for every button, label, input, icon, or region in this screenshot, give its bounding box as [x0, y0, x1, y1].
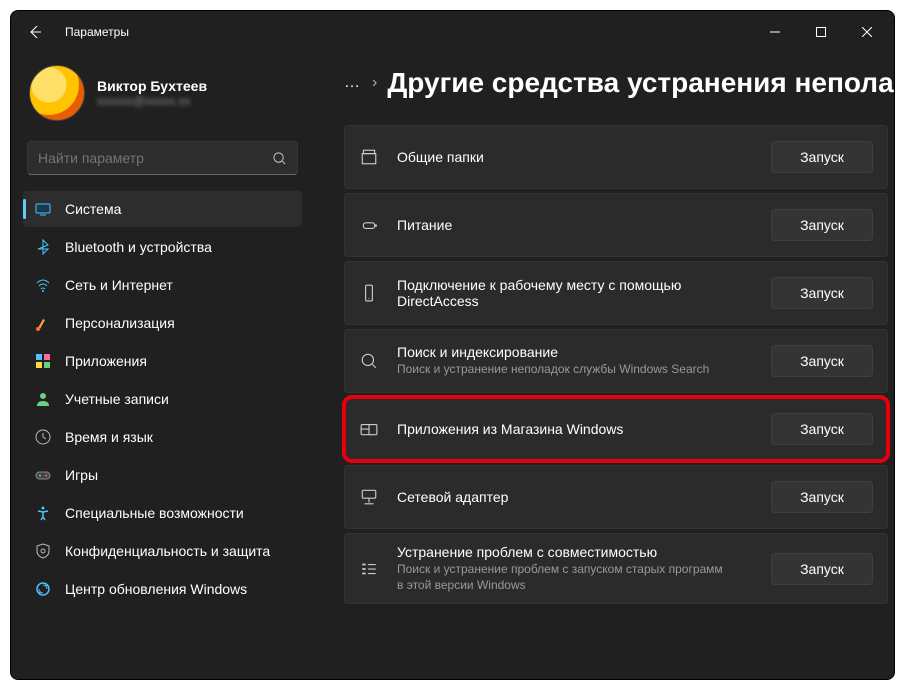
profile-block[interactable]: Виктор Бухтеев xxxxxx@xxxxx.xx	[23, 53, 302, 141]
sidebar-item-brush[interactable]: Персонализация	[23, 305, 302, 341]
network-icon	[359, 488, 379, 506]
arrow-left-icon	[27, 24, 43, 40]
item-title: Устранение проблем с совместимостью	[397, 544, 753, 560]
run-button[interactable]: Запуск	[771, 481, 873, 513]
wifi-icon	[35, 277, 51, 293]
sidebar-item-label: Центр обновления Windows	[65, 581, 247, 597]
profile-name: Виктор Бухтеев	[97, 78, 207, 94]
sidebar-item-update[interactable]: Центр обновления Windows	[23, 571, 302, 607]
maximize-button[interactable]	[798, 12, 844, 52]
sidebar-item-apps[interactable]: Приложения	[23, 343, 302, 379]
troubleshooter-list: Общие папки Запуск Питание Запуск Подклю…	[344, 125, 888, 604]
update-icon	[35, 581, 51, 597]
back-button[interactable]	[15, 12, 55, 52]
run-button[interactable]: Запуск	[771, 413, 873, 445]
compat-icon	[359, 560, 379, 578]
time-icon	[35, 429, 51, 445]
sidebar-item-time[interactable]: Время и язык	[23, 419, 302, 455]
window-title: Параметры	[65, 25, 129, 39]
troubleshooter-item[interactable]: Сетевой адаптер Запуск	[344, 465, 888, 529]
avatar	[29, 65, 85, 121]
folder-icon	[359, 148, 379, 166]
maximize-icon	[816, 27, 826, 37]
sidebar-item-label: Учетные записи	[65, 391, 169, 407]
search-box[interactable]	[27, 141, 298, 175]
run-button[interactable]: Запуск	[771, 141, 873, 173]
sidebar-item-label: Приложения	[65, 353, 147, 369]
apps-icon	[359, 420, 379, 438]
brush-icon	[35, 315, 51, 331]
troubleshooter-item[interactable]: Общие папки Запуск	[344, 125, 888, 189]
access-icon	[35, 505, 51, 521]
item-title: Поиск и индексирование	[397, 344, 753, 360]
close-icon	[862, 27, 872, 37]
sidebar-item-label: Сеть и Интернет	[65, 277, 173, 293]
item-subtitle: Поиск и устранение неполадок службы Wind…	[397, 362, 727, 378]
minimize-icon	[770, 27, 780, 37]
run-button[interactable]: Запуск	[771, 277, 873, 309]
troubleshooter-item[interactable]: Питание Запуск	[344, 193, 888, 257]
sidebar-item-account[interactable]: Учетные записи	[23, 381, 302, 417]
window-controls	[752, 12, 890, 52]
item-subtitle: Поиск и устранение проблем с запуском ст…	[397, 562, 727, 593]
search-input[interactable]	[38, 150, 272, 166]
sidebar-item-label: Система	[65, 201, 121, 217]
item-title: Подключение к рабочему месту с помощью D…	[397, 277, 753, 309]
item-title: Приложения из Магазина Windows	[397, 421, 753, 437]
page-title: Другие средства устранения непола	[387, 67, 893, 99]
gaming-icon	[35, 467, 51, 483]
run-button[interactable]: Запуск	[771, 209, 873, 241]
sidebar-item-wifi[interactable]: Сеть и Интернет	[23, 267, 302, 303]
item-title: Питание	[397, 217, 753, 233]
account-icon	[35, 391, 51, 407]
item-title: Общие папки	[397, 149, 753, 165]
sidebar: Виктор Бухтеев xxxxxx@xxxxx.xx Система B…	[11, 53, 314, 679]
sidebar-item-label: Специальные возможности	[65, 505, 244, 521]
troubleshooter-item[interactable]: Устранение проблем с совместимостью Поис…	[344, 533, 888, 604]
close-button[interactable]	[844, 12, 890, 52]
chevron-right-icon: ›	[372, 74, 377, 92]
sidebar-item-system[interactable]: Система	[23, 191, 302, 227]
privacy-icon	[35, 543, 51, 559]
sidebar-item-label: Игры	[65, 467, 98, 483]
breadcrumb-more-button[interactable]: …	[344, 74, 362, 92]
system-icon	[35, 201, 51, 217]
search-icon	[272, 151, 287, 166]
breadcrumb: … › Другие средства устранения непола	[344, 53, 888, 125]
sidebar-item-label: Bluetooth и устройства	[65, 239, 212, 255]
minimize-button[interactable]	[752, 12, 798, 52]
sidebar-item-gaming[interactable]: Игры	[23, 457, 302, 493]
sidebar-item-access[interactable]: Специальные возможности	[23, 495, 302, 531]
phone-icon	[359, 284, 379, 302]
item-title: Сетевой адаптер	[397, 489, 753, 505]
sidebar-item-label: Персонализация	[65, 315, 175, 331]
bluetooth-icon	[35, 239, 51, 255]
run-button[interactable]: Запуск	[771, 345, 873, 377]
search-icon	[359, 352, 379, 370]
run-button[interactable]: Запуск	[771, 553, 873, 585]
troubleshooter-item[interactable]: Приложения из Магазина Windows Запуск	[344, 397, 888, 461]
sidebar-nav: Система Bluetooth и устройства Сеть и Ин…	[23, 191, 302, 607]
power-icon	[359, 216, 379, 234]
sidebar-item-label: Время и язык	[65, 429, 153, 445]
sidebar-item-bluetooth[interactable]: Bluetooth и устройства	[23, 229, 302, 265]
troubleshooter-item[interactable]: Поиск и индексирование Поиск и устранени…	[344, 329, 888, 393]
sidebar-item-label: Конфиденциальность и защита	[65, 543, 270, 559]
sidebar-item-privacy[interactable]: Конфиденциальность и защита	[23, 533, 302, 569]
profile-email: xxxxxx@xxxxx.xx	[97, 94, 207, 108]
settings-window: Параметры Виктор Бухтеев xxxxxx@xxxxx.xx…	[10, 10, 895, 680]
troubleshooter-item[interactable]: Подключение к рабочему месту с помощью D…	[344, 261, 888, 325]
titlebar: Параметры	[11, 11, 894, 53]
content-area[interactable]: … › Другие средства устранения непола Об…	[314, 53, 894, 679]
apps-icon	[35, 353, 51, 369]
